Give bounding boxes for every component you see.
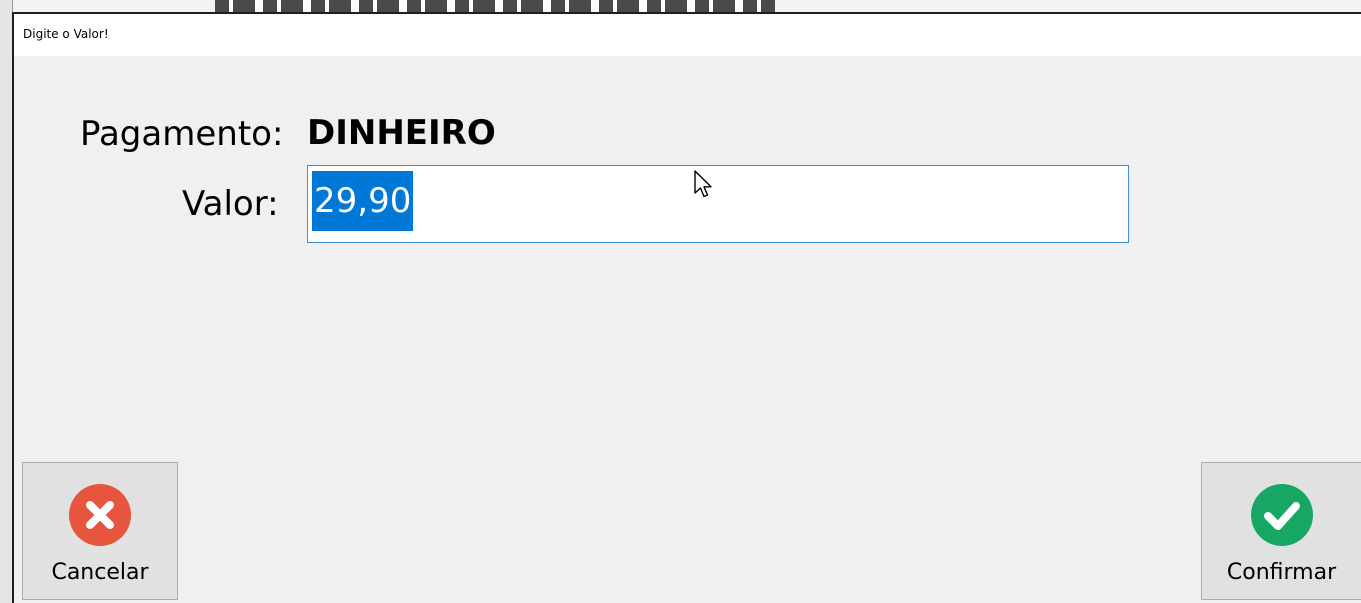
amount-input[interactable]: 29,90: [307, 165, 1129, 243]
value-dialog: Digite o Valor! Pagamento: DINHEIRO Valo…: [12, 12, 1361, 603]
amount-input-value: 29,90: [312, 171, 414, 231]
dialog-title: Digite o Valor!: [23, 27, 109, 41]
confirm-button[interactable]: Confirmar: [1201, 462, 1361, 600]
payment-label: Pagamento:: [80, 114, 284, 154]
background-window-content: [215, 0, 775, 12]
confirm-button-label: Confirmar: [1226, 560, 1337, 585]
close-circle-icon: [69, 484, 131, 546]
cancel-button-label: Cancelar: [51, 560, 149, 585]
cancel-button[interactable]: Cancelar: [22, 462, 178, 600]
payment-method-value: DINHEIRO: [307, 113, 496, 153]
amount-label: Valor:: [182, 184, 279, 224]
check-circle-icon: [1250, 484, 1313, 546]
dialog-titlebar[interactable]: Digite o Valor!: [14, 14, 1361, 56]
mouse-pointer-icon: [694, 170, 712, 198]
